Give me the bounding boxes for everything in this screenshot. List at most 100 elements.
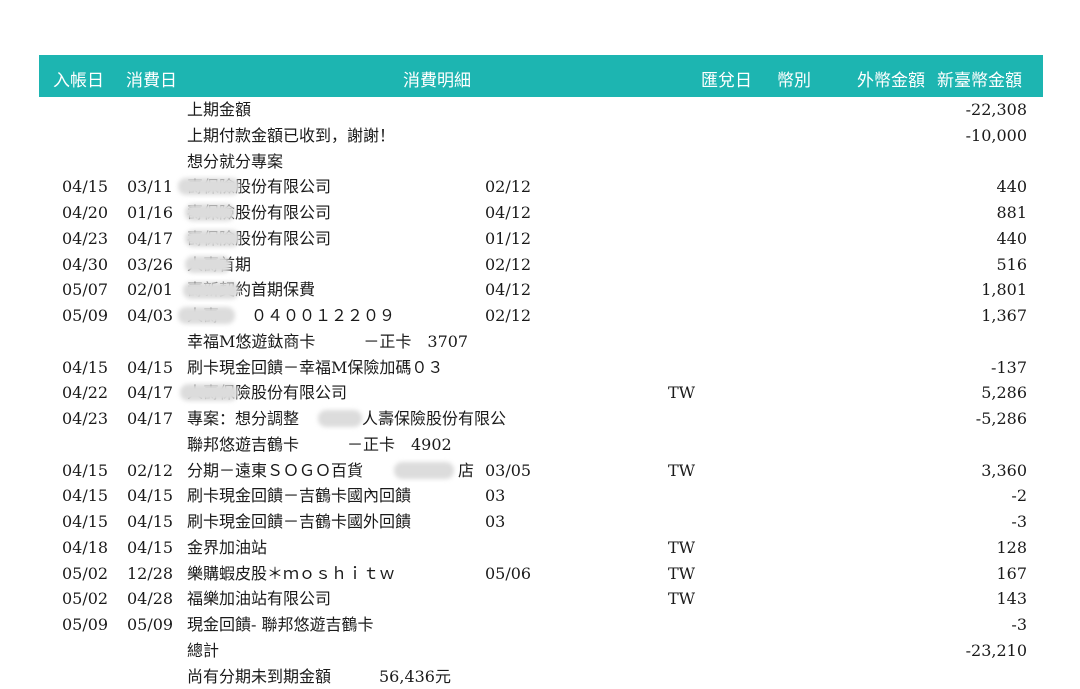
header-twd-amount: 新臺幣金額 — [937, 71, 1022, 91]
redaction-mark — [394, 462, 454, 479]
transaction-date: 12/28 — [127, 563, 174, 583]
redaction-mark — [185, 204, 235, 221]
transaction-date: 04/17 — [127, 228, 174, 248]
installment: 01/12 — [485, 228, 532, 248]
currency: TW — [668, 589, 696, 609]
description-continued: 人壽保險股份有限公 — [362, 409, 507, 428]
twd-amount: -137 — [991, 357, 1027, 377]
statement-row: 05/09 04/03 人壽 ０４００１２２０９ 02/12 1,367 — [0, 303, 1080, 328]
description: 金界加油站 — [187, 537, 268, 557]
statement-row: 05/02 12/28 樂購蝦皮股＊ｍｏｓｈｉｔｗ 05/06 TW 167 — [0, 561, 1080, 586]
header-exchange-date: 匯兌日 — [701, 71, 752, 91]
twd-amount: -22,308 — [965, 100, 1027, 119]
transaction-date: 04/28 — [127, 589, 174, 609]
statement-row: 04/15 04/15 刷卡現金回饋－吉鶴卡國內回饋 03 -2 — [0, 483, 1080, 508]
twd-amount: 440 — [996, 228, 1027, 248]
twd-amount: -2 — [1011, 486, 1027, 506]
statement-row: 上期付款金額已收到，謝謝！ -10,000 — [0, 123, 1080, 148]
installment: 03 — [485, 486, 506, 506]
currency: TW — [668, 460, 696, 480]
posting-date: 04/23 — [62, 228, 109, 248]
posting-date: 04/30 — [62, 254, 109, 274]
statement-row: 04/18 04/15 金界加油站 TW 128 — [0, 535, 1080, 560]
redaction-mark — [180, 384, 238, 401]
installment: 02/12 — [485, 306, 532, 325]
statement-row: 04/15 02/12 分期－遠東ＳＯＧＯ百貨 03/05 TW 3,360 店 — [0, 458, 1080, 483]
statement-row: 04/22 04/17 人壽保險股份有限公司 TW 5,286 — [0, 380, 1080, 405]
twd-amount: 3,360 — [981, 460, 1027, 480]
redaction-mark — [178, 307, 235, 324]
twd-amount: -3 — [1011, 512, 1027, 531]
posting-date: 05/02 — [62, 563, 109, 583]
twd-amount: 881 — [996, 203, 1027, 222]
twd-amount: 1,801 — [981, 280, 1027, 300]
posting-date: 04/15 — [62, 512, 109, 531]
twd-amount: 143 — [996, 589, 1027, 609]
transaction-date: 04/15 — [127, 357, 174, 377]
description: 現金回饋- 聯邦悠遊吉鶴卡 — [187, 615, 374, 634]
description: 樂購蝦皮股＊ｍｏｓｈｉｔｗ — [187, 563, 396, 583]
statement-row: 04/15 04/15 刷卡現金回饋－幸福M保險加碼０３ -137 — [0, 355, 1080, 380]
transaction-date: 02/12 — [127, 460, 174, 480]
redaction-mark — [178, 178, 240, 195]
statement-row: 04/3003/26人壽首期02/12516 — [0, 252, 1080, 277]
transaction-date: 03/11 — [127, 177, 174, 197]
statement-row: 04/15 04/15 刷卡現金回饋－吉鶴卡國外回饋 03 -3 — [0, 509, 1080, 534]
description: 專案：想分調整 — [187, 409, 300, 428]
description-continued: 店 — [458, 460, 475, 480]
posting-date: 04/18 — [62, 537, 109, 557]
description: 想分就分專案 — [187, 151, 284, 171]
description: 刷卡現金回饋－吉鶴卡國外回饋 — [187, 512, 412, 531]
transaction-date: 01/16 — [127, 203, 174, 222]
transaction-date: 04/17 — [127, 383, 174, 403]
transaction-date: 04/03 — [127, 306, 174, 325]
header-posting-date: 入帳日 — [53, 71, 104, 91]
statement-row: 04/23 04/17 壽保險股份有限公司 01/12 440 — [0, 226, 1080, 251]
twd-amount: -23,210 — [965, 640, 1027, 660]
twd-amount: 128 — [996, 537, 1027, 557]
transaction-date: 04/15 — [127, 512, 174, 531]
currency: TW — [668, 383, 696, 403]
statement-row: 想分就分專案 — [0, 149, 1080, 174]
redaction-mark — [183, 282, 239, 299]
installment: 03/05 — [485, 460, 532, 480]
twd-amount: 1,367 — [981, 306, 1027, 325]
statement-row: 04/20 01/16 壽保險股份有限公司 04/12 881 — [0, 200, 1080, 225]
posting-date: 04/22 — [62, 383, 109, 403]
statement-row: 04/23 04/17 專案：想分調整 -5,286 人壽保險股份有限公 — [0, 406, 1080, 431]
posting-date: 04/15 — [62, 486, 109, 506]
description: 分期－遠東ＳＯＧＯ百貨 — [187, 460, 364, 480]
transaction-date: 04/15 — [127, 486, 174, 506]
header-foreign-amount: 外幣金額 — [857, 71, 925, 91]
currency: TW — [668, 563, 696, 583]
description: 上期金額 — [187, 100, 252, 119]
posting-date: 05/09 — [62, 306, 109, 325]
redaction-mark — [318, 410, 362, 427]
description: 刷卡現金回饋－吉鶴卡國內回饋 — [187, 486, 412, 506]
twd-amount: -10,000 — [965, 125, 1027, 145]
posting-date: 04/15 — [62, 460, 109, 480]
statement-row: 05/02 04/28 福樂加油站有限公司 TW 143 — [0, 586, 1080, 611]
statement-row: 尚有分期未到期金額 56,436元 — [0, 664, 1080, 689]
statement-row: 幸福M悠遊鈦商卡 －正卡 3707 — [0, 329, 1080, 354]
posting-date: 04/15 — [62, 177, 109, 197]
header-description: 消費明細 — [403, 71, 471, 91]
installment: 02/12 — [485, 254, 532, 274]
posting-date: 04/15 — [62, 357, 109, 377]
statement-row: 聯邦悠遊吉鶴卡 －正卡 4902 — [0, 432, 1080, 457]
description: 尚有分期未到期金額 56,436元 — [187, 666, 451, 686]
installment: 03 — [485, 512, 506, 531]
transaction-date: 04/15 — [127, 537, 174, 557]
header-currency: 幣別 — [777, 71, 811, 91]
statement-row: 04/15 03/11 壽保險股份有限公司 02/12 440 — [0, 174, 1080, 199]
posting-date: 05/09 — [62, 615, 109, 634]
transaction-date: 05/09 — [127, 615, 174, 634]
twd-amount: -5,286 — [975, 409, 1027, 428]
description: 聯邦悠遊吉鶴卡 －正卡 4902 — [187, 434, 452, 454]
redaction-mark — [185, 256, 231, 273]
posting-date: 04/23 — [62, 409, 109, 428]
twd-amount: -3 — [1011, 615, 1027, 634]
transaction-date: 02/01 — [127, 280, 174, 300]
twd-amount: 440 — [996, 177, 1027, 197]
statement-table-header: 入帳日 消費日 消費明細 匯兌日 幣別 外幣金額 新臺幣金額 — [39, 55, 1043, 97]
